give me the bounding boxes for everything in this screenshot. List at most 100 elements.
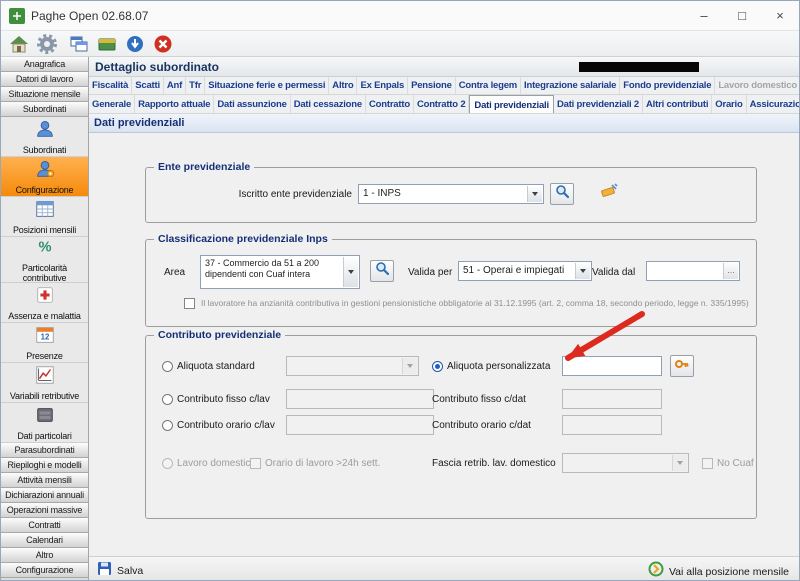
key-icon <box>674 356 690 377</box>
iscritto-ente-label: Iscritto ente previdenziale <box>214 189 352 201</box>
goto-label: Vai alla posizione mensile <box>669 566 789 578</box>
sidebar-item-variabili-retributive[interactable]: Variabili retributive <box>1 363 88 403</box>
app-window: Paghe Open 02.68.07 – □ × Anagrafica Dat… <box>0 0 800 581</box>
detail-title: Dettaglio subordinato <box>95 57 219 77</box>
tab-contratto-2[interactable]: Contratto 2 <box>414 95 469 113</box>
sidebar-item-label: Posizioni mensili <box>13 226 76 235</box>
tab-dati-previdenziali-2[interactable]: Dati previdenziali 2 <box>554 95 643 113</box>
lavoro-domestico-radio <box>162 458 173 469</box>
sidebar-item-datori-di-lavoro[interactable]: Datori di lavoro <box>1 72 88 87</box>
sidebar-item-attivita-mensili[interactable]: Attività mensili <box>1 473 88 488</box>
chevron-down-icon <box>672 455 687 471</box>
valida-dal-input[interactable]: … <box>646 261 740 281</box>
tab-ex-enpals[interactable]: Ex Enpals <box>357 77 408 94</box>
save-button[interactable]: Salva <box>97 561 143 581</box>
tab-contratto[interactable]: Contratto <box>366 95 414 113</box>
tab-pensione[interactable]: Pensione <box>408 77 456 94</box>
sidebar-item-subordinati[interactable]: Subordinati <box>1 117 88 157</box>
sidebar-item-particolarita-contributive[interactable]: % Particolarità contributive <box>1 237 88 283</box>
sidebar-item-calendari[interactable]: Calendari <box>1 533 88 548</box>
contributo-orario-clav-label: Contributo orario c/lav <box>177 420 275 432</box>
tab-dati-assunzione[interactable]: Dati assunzione <box>214 95 290 113</box>
sidebar-item-anagrafica[interactable]: Anagrafica <box>1 57 88 72</box>
group-classificazione-inps: Classificazione previdenziale Inps Area … <box>145 239 757 327</box>
sidebar-section-subordinati[interactable]: Subordinati <box>1 102 88 117</box>
sidebar-item-riepiloghi-e-modelli[interactable]: Riepiloghi e modelli <box>1 458 88 473</box>
tab-integrazione-salariale[interactable]: Integrazione salariale <box>521 77 620 94</box>
tab-altro[interactable]: Altro <box>329 77 357 94</box>
sidebar-item-configurazione[interactable]: Configurazione <box>1 157 88 197</box>
tab-generale[interactable]: Generale <box>89 95 135 113</box>
valida-per-select[interactable]: 51 - Operai e impiegati <box>458 261 592 281</box>
sidebar-item-assenza-e-malattia[interactable]: Assenza e malattia <box>1 283 88 323</box>
anzianita-checkbox <box>184 298 195 309</box>
sidebar-item-label: Assenza e malattia <box>8 312 80 321</box>
sidebar-item-contratti[interactable]: Contratti <box>1 518 88 533</box>
contributo-fisso-radio[interactable] <box>162 394 173 405</box>
sidebar-item-dati-particolari[interactable]: Dati particolari <box>1 403 88 443</box>
sidebar-item-parasubordinati[interactable]: Parasubordinati <box>1 443 88 458</box>
gear-icon[interactable] <box>35 32 59 56</box>
tab-dati-previdenziali[interactable]: Dati previdenziali <box>469 95 554 113</box>
sidebar-item-label: Variabili retributive <box>10 392 79 401</box>
sidebar-item-posizioni-mensili[interactable]: Posizioni mensili <box>1 197 88 237</box>
tab-altri-contributi[interactable]: Altri contributi <box>643 95 712 113</box>
home-icon[interactable] <box>7 32 31 56</box>
sidebar-item-situazione-mensile[interactable]: Situazione mensile <box>1 87 88 102</box>
sidebar-item-operazioni-massive[interactable]: Operazioni massive <box>1 503 88 518</box>
medical-cross-icon <box>34 284 56 311</box>
tab-scatti[interactable]: Scatti <box>132 77 164 94</box>
aliquota-personalizzata-radio[interactable] <box>432 361 443 372</box>
sidebar-item-configurazione-bottom[interactable]: Configurazione <box>1 563 88 578</box>
clear-ente-button[interactable] <box>595 181 622 206</box>
contributo-fisso-cdat-input <box>562 389 662 409</box>
redacted-employee-name <box>579 62 699 72</box>
search-ente-button[interactable] <box>550 183 574 205</box>
area-select[interactable]: 37 - Commercio da 51 a 200 dipendenti co… <box>200 255 360 289</box>
tab-fiscalita[interactable]: Fiscalità <box>89 77 132 94</box>
aliquota-standard-radio[interactable] <box>162 361 173 372</box>
contributo-orario-clav-input <box>286 415 434 435</box>
sidebar-item-altro[interactable]: Altro <box>1 548 88 563</box>
tab-situazione-ferie[interactable]: Situazione ferie e permessi <box>205 77 329 94</box>
tab-contra-legem[interactable]: Contra legem <box>456 77 521 94</box>
close-button[interactable]: × <box>761 1 799 31</box>
calendar-icon: 12 <box>34 324 56 351</box>
tab-tfr[interactable]: Tfr <box>186 77 205 94</box>
tab-orario[interactable]: Orario <box>712 95 746 113</box>
goto-monthly-position-link[interactable]: Vai alla posizione mensile <box>648 561 789 581</box>
table-calendar-icon <box>34 198 56 225</box>
search-icon <box>555 184 570 204</box>
tab-lavoro-domestico: Lavoro domestico <box>715 77 799 94</box>
tab-dati-cessazione[interactable]: Dati cessazione <box>291 95 366 113</box>
windows-icon[interactable] <box>67 32 91 56</box>
search-area-button[interactable] <box>370 260 394 282</box>
content-area: Ente previdenziale Iscritto ente previde… <box>89 133 799 556</box>
tab-rapporto-attuale[interactable]: Rapporto attuale <box>135 95 214 113</box>
window-title: Paghe Open 02.68.07 <box>31 1 148 31</box>
archive-icon[interactable] <box>95 32 119 56</box>
minimize-button[interactable]: – <box>685 1 723 31</box>
date-picker-icon[interactable]: … <box>723 263 738 279</box>
aliquota-personalizzata-input[interactable] <box>562 356 662 376</box>
key-button[interactable] <box>670 355 694 377</box>
tab-fondo-previdenziale[interactable]: Fondo previdenziale <box>620 77 715 94</box>
contributo-orario-radio[interactable] <box>162 420 173 431</box>
tab-row-2: Generale Rapporto attuale Dati assunzion… <box>89 95 799 114</box>
statusbar: Salva Vai alla posizione mensile <box>89 556 799 580</box>
ente-previdenziale-select[interactable]: 1 - INPS <box>358 184 544 204</box>
chevron-down-icon[interactable] <box>343 257 358 287</box>
sidebar-item-presenze[interactable]: 12 Presenze <box>1 323 88 363</box>
toolbar <box>1 31 799 57</box>
aliquota-standard-select <box>286 356 419 376</box>
maximize-button[interactable]: □ <box>723 1 761 31</box>
tab-assicurazione[interactable]: Assicurazione <box>747 95 799 113</box>
update-icon[interactable] <box>123 32 147 56</box>
sidebar-item-dichiarazioni-annuali[interactable]: Dichiarazioni annuali <box>1 488 88 503</box>
tab-anf[interactable]: Anf <box>164 77 186 94</box>
chevron-down-icon[interactable] <box>527 186 542 202</box>
exit-icon[interactable] <box>151 32 175 56</box>
person-gear-icon <box>34 158 56 185</box>
chevron-down-icon[interactable] <box>575 263 590 279</box>
titlebar: Paghe Open 02.68.07 – □ × <box>1 1 799 31</box>
